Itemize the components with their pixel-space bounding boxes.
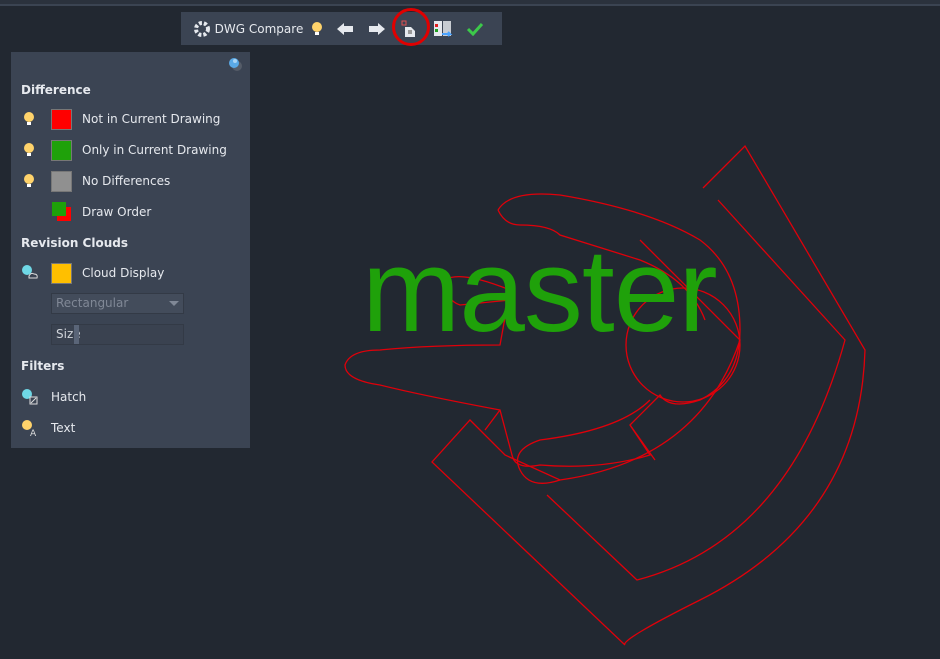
- drawing-text-master: master: [362, 225, 718, 357]
- horseshoe-outline: [431, 144, 866, 646]
- finger-lines: [484, 399, 656, 484]
